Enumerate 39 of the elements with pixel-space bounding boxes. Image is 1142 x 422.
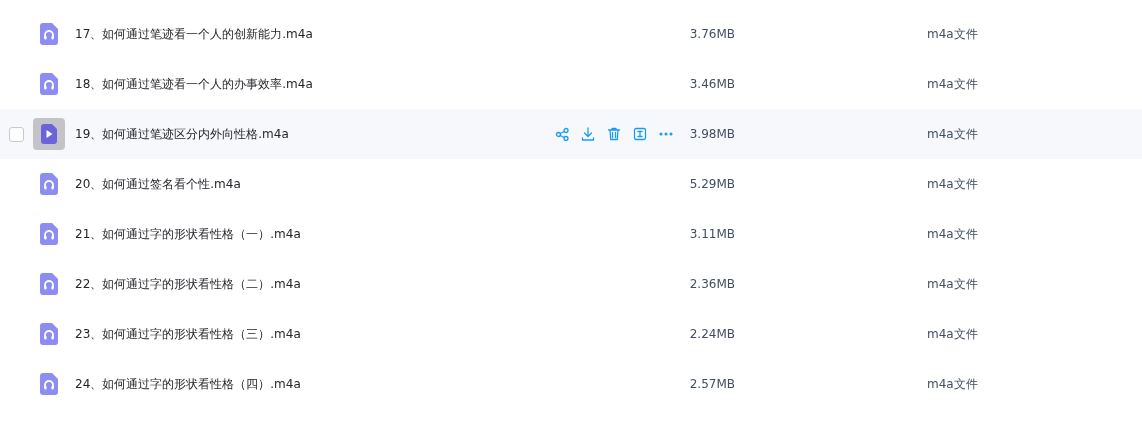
file-size: 3.76MB <box>688 26 735 43</box>
file-size: 3.98MB <box>688 126 735 143</box>
file-row-highlight[interactable]: 19、如何通过笔迹区分内外向性格.m4a 3.98MB m4a文件 <box>0 109 1142 159</box>
audio-file-icon <box>40 273 58 295</box>
file-name[interactable]: 18、如何通过笔迹看一个人的办事效率.m4a <box>75 75 555 93</box>
file-size: 3.46MB <box>688 76 735 93</box>
play-file-icon <box>41 124 57 144</box>
file-size: 5.29MB <box>688 176 735 193</box>
file-type: m4a文件 <box>927 176 978 193</box>
delete-icon[interactable] <box>607 127 621 141</box>
audio-file-icon <box>40 223 58 245</box>
file-size: 2.57MB <box>688 376 735 393</box>
file-type: m4a文件 <box>927 276 978 293</box>
audio-file-icon <box>40 23 58 45</box>
file-type: m4a文件 <box>927 376 978 393</box>
file-name[interactable]: 23、如何通过字的形状看性格（三）.m4a <box>75 325 555 343</box>
video-thumbnail[interactable] <box>33 118 65 150</box>
audio-file-icon <box>40 73 58 95</box>
file-size: 2.36MB <box>688 276 735 293</box>
file-name[interactable]: 17、如何通过笔迹看一个人的创新能力.m4a <box>75 25 555 43</box>
file-name[interactable]: 22、如何通过字的形状看性格（二）.m4a <box>75 275 555 293</box>
file-name[interactable]: 19、如何通过笔迹区分内外向性格.m4a <box>75 125 555 143</box>
file-size: 3.11MB <box>688 226 735 243</box>
file-name[interactable]: 21、如何通过字的形状看性格（一）.m4a <box>75 225 555 243</box>
file-name[interactable]: 20、如何通过签名看个性.m4a <box>75 175 555 193</box>
text-box-icon[interactable] <box>633 127 647 141</box>
file-type: m4a文件 <box>927 26 978 43</box>
row-checkbox[interactable] <box>9 126 24 142</box>
download-icon[interactable] <box>581 127 595 141</box>
file-type: m4a文件 <box>927 326 978 343</box>
audio-file-icon <box>40 373 58 395</box>
file-type: m4a文件 <box>927 126 978 143</box>
share-icon[interactable] <box>555 127 569 141</box>
audio-file-icon <box>40 323 58 345</box>
file-name[interactable]: 24、如何通过字的形状看性格（四）.m4a <box>75 375 555 393</box>
file-size: 2.24MB <box>688 326 735 343</box>
audio-file-icon <box>40 173 58 195</box>
file-type: m4a文件 <box>927 226 978 243</box>
file-type: m4a文件 <box>927 76 978 93</box>
